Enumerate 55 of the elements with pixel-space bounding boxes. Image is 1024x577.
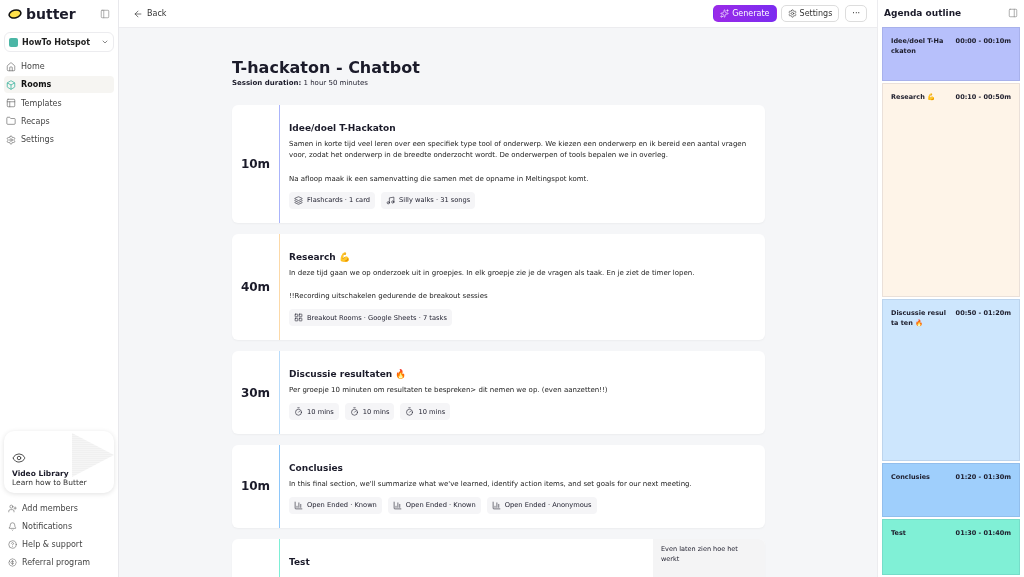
nav-item[interactable]: Recaps — [4, 112, 114, 130]
block-title: Idee/doel T-Hackaton — [289, 123, 397, 133]
coin-icon — [8, 557, 17, 567]
nav-item[interactable]: Home — [4, 58, 114, 75]
eye-icon — [12, 451, 26, 465]
sidebar-toggle-icon[interactable] — [100, 9, 110, 19]
block-duration: 40m — [240, 279, 271, 294]
settings-button[interactable]: Settings — [780, 5, 840, 22]
logo-icon — [8, 9, 22, 19]
home-icon — [6, 61, 16, 72]
more-button[interactable]: ··· — [845, 5, 867, 22]
agenda-card[interactable] — [232, 105, 765, 223]
sidebar-link[interactable]: Add members — [4, 499, 114, 517]
help-icon — [8, 539, 17, 549]
back-link[interactable]: Back — [133, 8, 167, 19]
block-title: Discussie resultaten 🔥 — [289, 369, 408, 380]
sidebar-link[interactable]: Notifications — [4, 517, 114, 535]
bar-chart-icon — [294, 500, 303, 510]
cards-icon — [294, 195, 303, 205]
nav-item[interactable]: Settings — [4, 131, 114, 149]
settings-icon — [6, 134, 16, 145]
agenda-card[interactable] — [232, 233, 765, 341]
nav-item[interactable]: Templates — [4, 94, 114, 112]
sidebar-link[interactable]: Help & support — [4, 535, 114, 553]
logo[interactable]: butter — [8, 6, 76, 22]
block-title: Conclusies — [289, 463, 344, 474]
block-title: Research 💪 — [289, 251, 351, 262]
grid-icon — [294, 313, 303, 323]
session-title: T-hackaton - Chatbot — [232, 58, 421, 77]
cube-icon — [6, 79, 16, 90]
timer-icon — [405, 407, 415, 417]
block-duration: 10m — [240, 156, 271, 171]
block-duration: 30m — [240, 385, 271, 400]
folder-icon — [6, 116, 16, 127]
user-plus-icon — [8, 503, 17, 513]
block-duration: 10m — [240, 479, 271, 494]
panel-title: Agenda outline — [884, 7, 962, 18]
bar-chart-icon — [392, 500, 402, 510]
sparkle-icon — [720, 9, 730, 18]
generate-button[interactable]: Generate — [713, 5, 777, 22]
arrow-left-icon — [133, 8, 143, 19]
timer-icon — [349, 407, 359, 417]
workspace-avatar-icon — [9, 37, 18, 47]
workspace-selector[interactable]: HowTo Hotspot — [4, 32, 114, 52]
bar-chart-icon — [491, 500, 501, 510]
template-icon — [6, 98, 16, 109]
timer-icon — [294, 407, 303, 417]
bell-icon — [8, 521, 17, 531]
nav-item[interactable]: Rooms — [4, 76, 114, 94]
block-title: Test — [289, 556, 311, 567]
panel-toggle-icon[interactable] — [1008, 7, 1018, 18]
chevron-down-icon — [101, 38, 109, 46]
settings-icon — [787, 9, 797, 18]
sidebar-link[interactable]: Referral program — [4, 553, 114, 571]
music-icon — [386, 195, 396, 205]
